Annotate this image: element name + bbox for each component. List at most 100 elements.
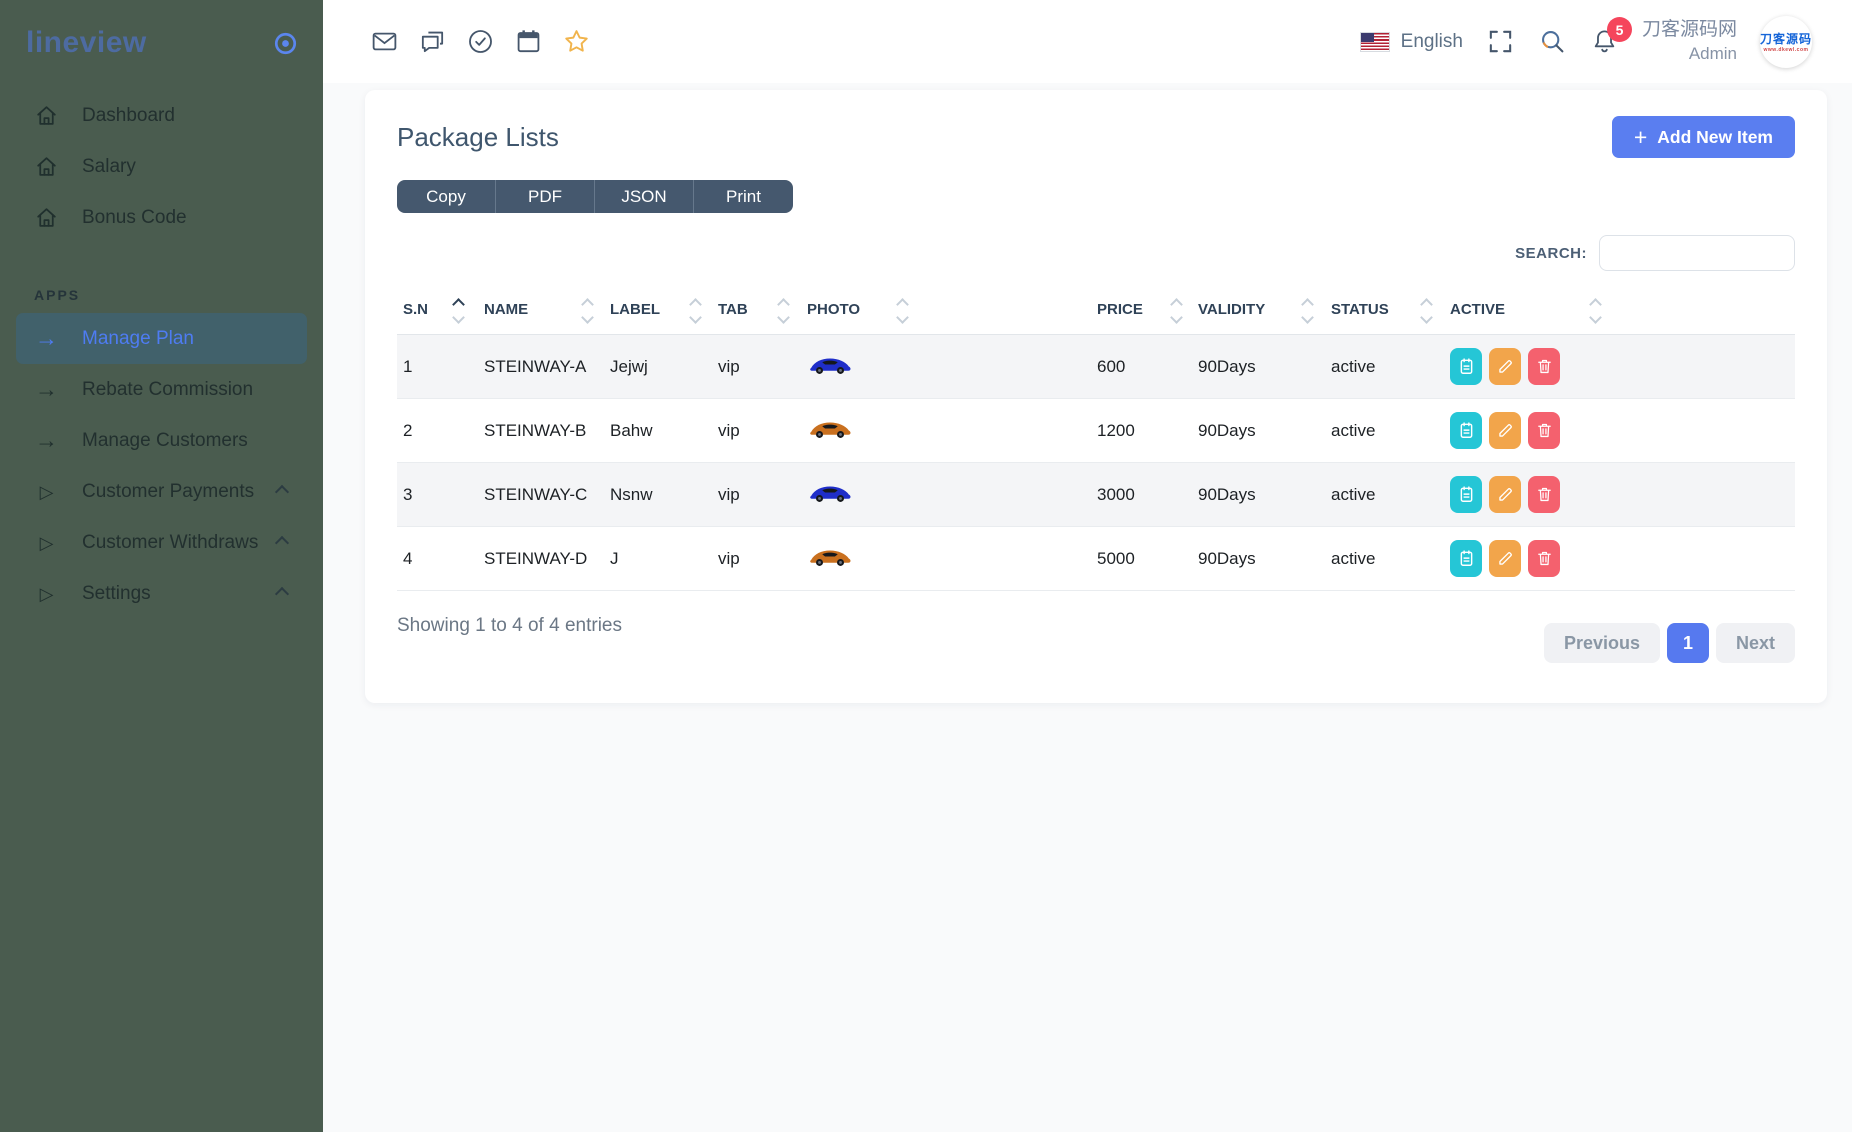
triangle-right-icon: ▷ xyxy=(34,479,59,504)
sidebar-toggle-icon[interactable] xyxy=(272,30,299,57)
cell-name: STEINWAY-B xyxy=(484,399,610,463)
sidebar-section-label: APPS xyxy=(34,287,323,303)
column-header-price[interactable]: PRICE xyxy=(1097,297,1198,335)
language-switcher[interactable]: English xyxy=(1360,31,1463,53)
column-header-status[interactable]: STATUS xyxy=(1331,297,1450,335)
table-footer: Showing 1 to 4 of 4 entries Previous 1 N… xyxy=(397,609,1795,663)
search-label: SEARCH: xyxy=(1515,245,1587,262)
cell-label: Nsnw xyxy=(610,463,718,527)
cell-status: active xyxy=(1331,399,1450,463)
triangle-right-icon: ▷ xyxy=(34,581,59,606)
car-photo-orange-car xyxy=(807,546,853,567)
cell-validity: 90Days xyxy=(1198,463,1331,527)
chat-icon[interactable] xyxy=(418,27,447,56)
home-icon xyxy=(34,154,59,179)
edit-action-button[interactable] xyxy=(1489,476,1521,513)
cell-tab: vip xyxy=(718,527,807,591)
sidebar-item-customer-payments[interactable]: ▷ Customer Payments xyxy=(16,466,307,517)
cell-validity: 90Days xyxy=(1198,335,1331,399)
sidebar-item-label: Manage Plan xyxy=(82,328,194,350)
avatar-logo-text: 刀客源码 xyxy=(1760,30,1812,47)
app-logo: lineview xyxy=(26,26,147,60)
delete-action-button[interactable] xyxy=(1528,476,1560,513)
pdf-button[interactable]: PDF xyxy=(496,180,595,213)
sidebar-item-salary[interactable]: Salary xyxy=(16,141,307,192)
sort-carets-icon xyxy=(1172,300,1181,322)
add-new-item-button[interactable]: + Add New Item xyxy=(1612,116,1795,158)
column-label: LABEL xyxy=(610,301,660,318)
json-button[interactable]: JSON xyxy=(595,180,694,213)
sidebar-item-bonus-code[interactable]: Bonus Code xyxy=(16,192,307,243)
topbar-shortcut-icons xyxy=(370,27,591,56)
sidebar-item-customer-withdraws[interactable]: ▷Customer Withdraws xyxy=(16,517,307,568)
edit-action-button[interactable] xyxy=(1489,412,1521,449)
user-info: 刀客源码网 Admin xyxy=(1642,18,1737,65)
cell-photo xyxy=(807,399,1097,463)
calendar-action-button[interactable] xyxy=(1450,476,1482,513)
sidebar-item-manage-customers[interactable]: →Manage Customers xyxy=(16,415,307,466)
column-label: STATUS xyxy=(1331,301,1389,318)
edit-action-button[interactable] xyxy=(1489,348,1521,385)
sort-carets-icon xyxy=(454,300,463,322)
pagination-next-button[interactable]: Next xyxy=(1716,623,1795,663)
column-label: S.N xyxy=(403,301,428,318)
add-button-label: Add New Item xyxy=(1657,127,1773,148)
pagination-page-1-button[interactable]: 1 xyxy=(1667,623,1709,663)
sidebar-item-dashboard[interactable]: Dashboard xyxy=(16,90,307,141)
star-icon[interactable] xyxy=(562,27,591,56)
topbar-right: English 5 刀客源码网 Admin 刀客源码 www.dkewl.com xyxy=(1360,16,1812,68)
edit-action-button[interactable] xyxy=(1489,540,1521,577)
pagination-previous-button[interactable]: Previous xyxy=(1544,623,1660,663)
triangle-right-icon: ▷ xyxy=(34,530,59,555)
cell-price: 3000 xyxy=(1097,463,1198,527)
cell-tab: vip xyxy=(718,335,807,399)
avatar[interactable]: 刀客源码 www.dkewl.com xyxy=(1760,16,1812,68)
delete-action-button[interactable] xyxy=(1528,348,1560,385)
copy-button[interactable]: Copy xyxy=(397,180,496,213)
calendar-icon[interactable] xyxy=(514,27,543,56)
column-header-label[interactable]: LABEL xyxy=(610,297,718,335)
cell-label: Bahw xyxy=(610,399,718,463)
cell-sn: 3 xyxy=(397,463,484,527)
cell-actions xyxy=(1450,399,1795,463)
sidebar-item-manage-plan[interactable]: →Manage Plan xyxy=(16,313,307,364)
sidebar-item-settings[interactable]: ▷ Settings xyxy=(16,568,307,619)
notifications-button[interactable]: 5 xyxy=(1590,27,1619,56)
column-header-active[interactable]: ACTIVE xyxy=(1450,297,1795,335)
column-label: VALIDITY xyxy=(1198,301,1265,318)
sidebar-item-label: Customer Payments xyxy=(82,481,254,503)
calendar-action-button[interactable] xyxy=(1450,540,1482,577)
fullscreen-icon[interactable] xyxy=(1486,27,1515,56)
cell-name: STEINWAY-A xyxy=(484,335,610,399)
entries-info: Showing 1 to 4 of 4 entries xyxy=(397,609,622,637)
package-lists-card: Package Lists + Add New Item CopyPDFJSON… xyxy=(365,90,1827,703)
sidebar-item-label: Settings xyxy=(82,583,151,605)
sidebar-item-label: Salary xyxy=(82,156,136,178)
search-input[interactable] xyxy=(1599,235,1795,271)
delete-action-button[interactable] xyxy=(1528,540,1560,577)
main-area: English 5 刀客源码网 Admin 刀客源码 www.dkewl.com xyxy=(323,0,1852,1132)
cell-tab: vip xyxy=(718,399,807,463)
search-icon[interactable] xyxy=(1538,27,1567,56)
cell-validity: 90Days xyxy=(1198,399,1331,463)
column-label: ACTIVE xyxy=(1450,301,1505,318)
column-header-tab[interactable]: TAB xyxy=(718,297,807,335)
column-header-name[interactable]: NAME xyxy=(484,297,610,335)
column-label: NAME xyxy=(484,301,528,318)
check-circle-icon[interactable] xyxy=(466,27,495,56)
column-header-photo[interactable]: PHOTO xyxy=(807,297,1097,335)
column-header-s-n[interactable]: S.N xyxy=(397,297,484,335)
column-header-validity[interactable]: VALIDITY xyxy=(1198,297,1331,335)
chevron-up-icon xyxy=(275,484,289,498)
sidebar-main-menu: Dashboard Salary Bonus Code xyxy=(0,90,323,243)
export-button-group: CopyPDFJSONPrint xyxy=(397,180,793,213)
calendar-action-button[interactable] xyxy=(1450,412,1482,449)
mail-icon[interactable] xyxy=(370,27,399,56)
calendar-action-button[interactable] xyxy=(1450,348,1482,385)
delete-action-button[interactable] xyxy=(1528,412,1560,449)
arrow-right-icon: → xyxy=(34,377,59,402)
print-button[interactable]: Print xyxy=(694,180,793,213)
cell-status: active xyxy=(1331,335,1450,399)
search-row: SEARCH: xyxy=(397,235,1795,271)
sidebar-item-rebate-commission[interactable]: →Rebate Commission xyxy=(16,364,307,415)
